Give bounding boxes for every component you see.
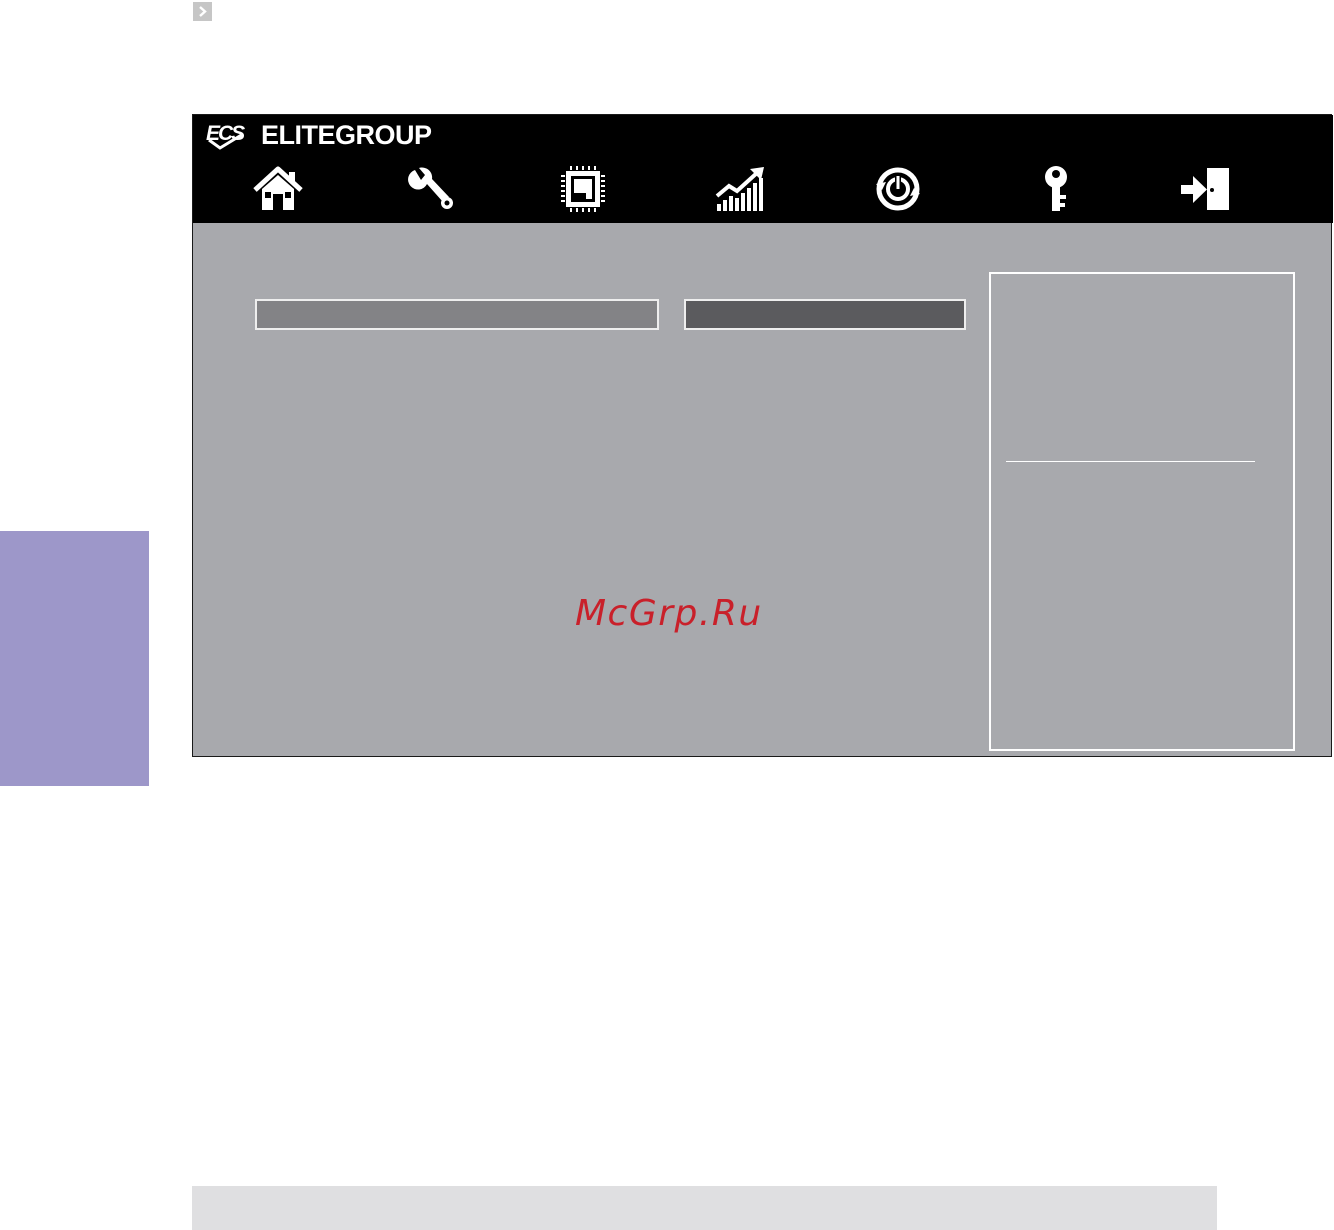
chevron-right-icon	[193, 2, 212, 21]
nav-advanced[interactable]	[400, 159, 460, 219]
setting-value-field[interactable]	[684, 299, 966, 330]
home-icon	[253, 166, 303, 210]
exit-door-icon	[1181, 168, 1229, 210]
ecs-logo: ECS ELITEGROUP	[205, 119, 432, 151]
nav-exit[interactable]	[1175, 159, 1235, 219]
chapter-side-tab	[0, 531, 149, 786]
brand-name: ELITEGROUP	[261, 119, 432, 150]
chip-icon	[561, 166, 605, 212]
key-icon	[1045, 166, 1067, 211]
performance-chart-icon	[715, 167, 764, 211]
nav-security[interactable]	[1026, 159, 1086, 219]
bios-screen: ECS ELITEGROUP McGrp.Ru	[192, 114, 1333, 757]
watermark: McGrp.Ru	[575, 593, 763, 634]
setting-item-field[interactable]	[255, 299, 659, 330]
footer-note-bar	[192, 1186, 1217, 1230]
power-icon	[876, 167, 920, 211]
nav-performance[interactable]	[711, 159, 771, 219]
nav-power[interactable]	[868, 159, 928, 219]
nav-chipset[interactable]	[553, 159, 613, 219]
help-panel	[989, 272, 1295, 751]
ecs-logo-mark: ECS	[206, 122, 247, 150]
main-nav	[193, 159, 1333, 219]
help-divider	[1006, 461, 1255, 462]
nav-main[interactable]	[248, 159, 308, 219]
bios-top-bar: ECS ELITEGROUP	[193, 115, 1333, 223]
wrench-icon	[408, 167, 453, 209]
